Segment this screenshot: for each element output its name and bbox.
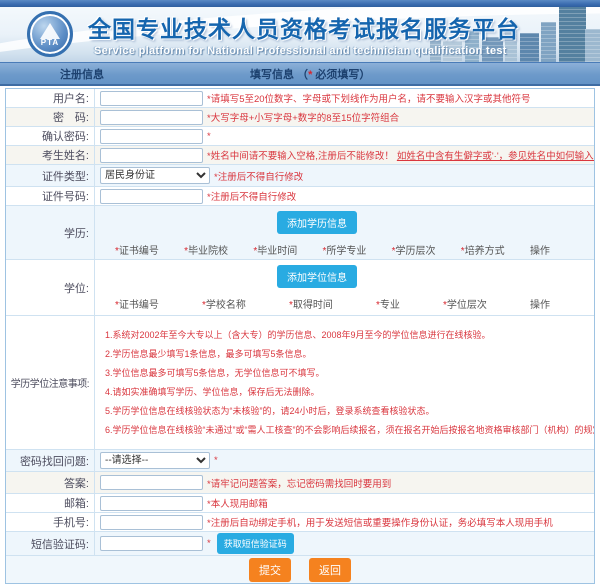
row-answer: 答案: *请牢记问题答案，忘记密码需找回时要用到 (6, 472, 594, 494)
tab-register-info: 注册信息 (60, 66, 104, 82)
id-number-label: 证件号码: (6, 187, 95, 205)
security-question-label: 密码找回问题: (6, 450, 95, 471)
row-candidate-name: 考生姓名: *姓名中间请不要输入空格,注册后不能修改！ 如姓名中含有生僻字或'·… (6, 146, 594, 165)
logo-text: PTA (30, 38, 70, 47)
candidate-name-hint: *姓名中间请不要输入空格,注册后不能修改！ (207, 148, 394, 162)
note-item: 3.学位信息最多可填写5条信息，无学位信息可不填写。 (105, 367, 590, 379)
site-title: 全国专业技术人员资格考试报名服务平台 (88, 10, 520, 44)
mobile-input[interactable] (100, 515, 203, 530)
id-number-input[interactable] (100, 189, 203, 204)
confirm-password-label: 确认密码: (6, 127, 95, 145)
row-mobile: 手机号: *注册后自动绑定手机，用于发送短信或重要操作身份认证，务必填写本人现用… (6, 513, 594, 532)
id-type-hint: *注册后不得自行修改 (214, 169, 303, 183)
row-notes-section: 学历学位注意事项: 1.系统对2002年至今大专以上（含大专）的学历信息、200… (6, 316, 594, 450)
id-type-label: 证件类型: (6, 165, 95, 186)
email-hint: *本人现用邮箱 (207, 496, 268, 510)
note-item: 5.学历学位信息在线核验状态为“未核验”的，请24小时后，登录系统查看核验状态。 (105, 405, 590, 417)
row-username: 用户名: *请填写5至20位数字、字母或下划线作为用户名，请不要输入汉字或其他符… (6, 89, 594, 108)
answer-input[interactable] (100, 475, 203, 490)
top-blue-strip (0, 0, 600, 7)
mobile-hint: *注册后自动绑定手机，用于发送短信或重要操作身份认证，务必填写本人现用手机 (207, 515, 553, 529)
degree-column-headers: *证书编号 *学校名称 *取得时间 *专业 *学位层次 操作 (115, 296, 550, 311)
pta-logo-icon: PTA (27, 11, 73, 57)
password-input[interactable] (100, 110, 203, 125)
education-label: 学历: (6, 206, 95, 259)
row-security-question: 密码找回问题: --请选择-- * (6, 450, 594, 472)
answer-label: 答案: (6, 472, 95, 493)
confirm-password-input[interactable] (100, 129, 203, 144)
education-degree-notes: 1.系统对2002年至今大专以上（含大专）的学历信息、2008年9月至今的学位信… (95, 316, 594, 449)
email-input[interactable] (100, 496, 203, 511)
note-item: 2.学历信息最少填写1条信息，最多可填写5条信息。 (105, 348, 590, 360)
row-email: 邮箱: *本人现用邮箱 (6, 494, 594, 513)
note-item: 6.学历学位信息在线核验“未通过”或“需人工核查”的不会影响后续报名，须在报名开… (105, 424, 590, 436)
rare-character-help-link[interactable]: 如姓名中含有生僻字或'·'，参见姓名中如何输入生僻字 (397, 148, 594, 162)
row-id-type: 证件类型: 居民身份证 *注册后不得自行修改 (6, 165, 594, 187)
row-education-section: 学历: 添加学历信息 *证书编号 *毕业院校 *毕业时间 *所学专业 *学历层次… (6, 206, 594, 260)
password-label: 密 码: (6, 108, 95, 126)
username-label: 用户名: (6, 89, 95, 107)
sms-code-input[interactable] (100, 536, 203, 551)
get-sms-code-button[interactable]: 获取短信验证码 (217, 533, 294, 554)
email-label: 邮箱: (6, 494, 95, 512)
fill-info-heading: 填写信息 （* 必须填写） (250, 66, 370, 82)
education-column-headers: *证书编号 *毕业院校 *毕业时间 *所学专业 *学历层次 *培养方式 操作 (115, 242, 550, 257)
candidate-name-input[interactable] (100, 148, 203, 163)
confirm-password-hint: * (207, 131, 211, 142)
sms-code-label: 短信验证码: (6, 532, 95, 555)
degree-label: 学位: (6, 260, 95, 315)
sms-code-hint: * (207, 538, 211, 549)
site-subtitle: Service platform for National Profession… (94, 45, 520, 57)
answer-hint: *请牢记问题答案，忘记密码需找回时要用到 (207, 476, 391, 490)
notes-label: 学历学位注意事项: (6, 316, 95, 449)
header-banner: PTA 全国专业技术人员资格考试报名服务平台 Service platform … (0, 0, 600, 62)
security-question-hint: * (214, 455, 218, 466)
row-confirm-password: 确认密码: * (6, 127, 594, 146)
note-item: 4.请如实准确填写学历、学位信息，保存后无法删除。 (105, 386, 590, 398)
row-form-actions: 提交 返回 (6, 556, 594, 583)
username-hint: *请填写5至20位数字、字母或下划线作为用户名，请不要输入汉字或其他符号 (207, 91, 531, 105)
security-question-select[interactable]: --请选择-- (100, 452, 210, 469)
password-hint: *大写字母+小写字母+数字的8至15位字符组合 (207, 110, 399, 124)
note-item: 1.系统对2002年至今大专以上（含大专）的学历信息、2008年9月至今的学位信… (105, 329, 590, 341)
submit-button[interactable]: 提交 (249, 558, 291, 582)
add-degree-button[interactable]: 添加学位信息 (277, 265, 357, 288)
username-input[interactable] (100, 91, 203, 106)
row-password: 密 码: *大写字母+小写字母+数字的8至15位字符组合 (6, 108, 594, 127)
row-id-number: 证件号码: *注册后不得自行修改 (6, 187, 594, 206)
back-button[interactable]: 返回 (309, 558, 351, 582)
row-sms-code: 短信验证码: * 获取短信验证码 (6, 532, 594, 556)
id-number-hint: *注册后不得自行修改 (207, 189, 296, 203)
add-education-button[interactable]: 添加学历信息 (277, 211, 357, 234)
id-type-select[interactable]: 居民身份证 (100, 167, 210, 184)
row-degree-section: 学位: 添加学位信息 *证书编号 *学校名称 *取得时间 *专业 *学位层次 操… (6, 260, 594, 316)
section-header-bar: 注册信息 填写信息 （* 必须填写） (0, 62, 600, 86)
registration-form: 用户名: *请填写5至20位数字、字母或下划线作为用户名，请不要输入汉字或其他符… (5, 88, 595, 584)
candidate-name-label: 考生姓名: (6, 146, 95, 164)
mobile-label: 手机号: (6, 513, 95, 531)
